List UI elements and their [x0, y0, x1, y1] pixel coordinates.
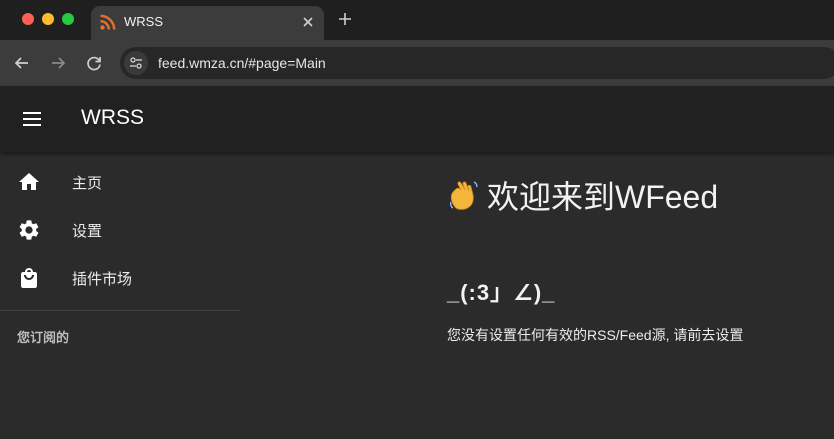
- browser-tab[interactable]: WRSS: [91, 6, 324, 40]
- window-minimize-button[interactable]: [42, 13, 54, 25]
- main-content: 欢迎来到WFeed _(:3」∠)_ 您没有设置任何有效的RSS/Feed源, …: [240, 152, 834, 439]
- hamburger-icon[interactable]: [20, 107, 44, 131]
- welcome-text: 欢迎来到WFeed: [487, 179, 719, 215]
- sidebar-item-home[interactable]: 主页: [0, 158, 240, 206]
- page-title: 欢迎来到WFeed: [447, 172, 718, 218]
- sidebar-item-label: 插件市场: [72, 271, 133, 288]
- reload-icon[interactable]: [83, 52, 105, 74]
- sidebar-item-plugins[interactable]: 插件市场: [0, 254, 240, 302]
- plus-icon[interactable]: [336, 10, 354, 28]
- kaomoji: _(:3」∠)_: [447, 280, 556, 305]
- arrow-left-icon[interactable]: [11, 52, 33, 74]
- window-close-button[interactable]: [22, 13, 34, 25]
- app-title: WRSS: [81, 106, 144, 129]
- sidebar-item-label: 设置: [72, 223, 103, 240]
- window-zoom-button[interactable]: [62, 13, 74, 25]
- close-icon[interactable]: [300, 14, 316, 30]
- tune-icon[interactable]: [124, 51, 148, 75]
- divider: [0, 310, 240, 311]
- sidebar-item-label: 主页: [72, 175, 103, 192]
- sidebar-item-settings[interactable]: 设置: [0, 206, 240, 254]
- waving-hand-icon: [447, 178, 481, 212]
- address-bar[interactable]: feed.wmza.cn/#page=Main: [120, 47, 834, 79]
- nav-drawer: 主页 设置 插件市场 您订阅的: [0, 152, 240, 439]
- url-text[interactable]: feed.wmza.cn/#page=Main: [158, 55, 326, 71]
- tab-title: WRSS: [124, 14, 163, 29]
- browser-tabstrip: WRSS: [0, 0, 834, 40]
- subscriptions-subheader: 您订阅的: [17, 330, 70, 345]
- app-bar: WRSS: [0, 86, 834, 152]
- rss-icon: [99, 13, 117, 31]
- shopping-bag-icon: [17, 266, 41, 290]
- empty-state-message: 您没有设置任何有效的RSS/Feed源, 请前去设置: [447, 327, 744, 343]
- home-icon: [17, 170, 41, 194]
- gear-icon: [17, 218, 41, 242]
- arrow-right-icon[interactable]: [47, 52, 69, 74]
- browser-toolbar: feed.wmza.cn/#page=Main: [0, 40, 834, 86]
